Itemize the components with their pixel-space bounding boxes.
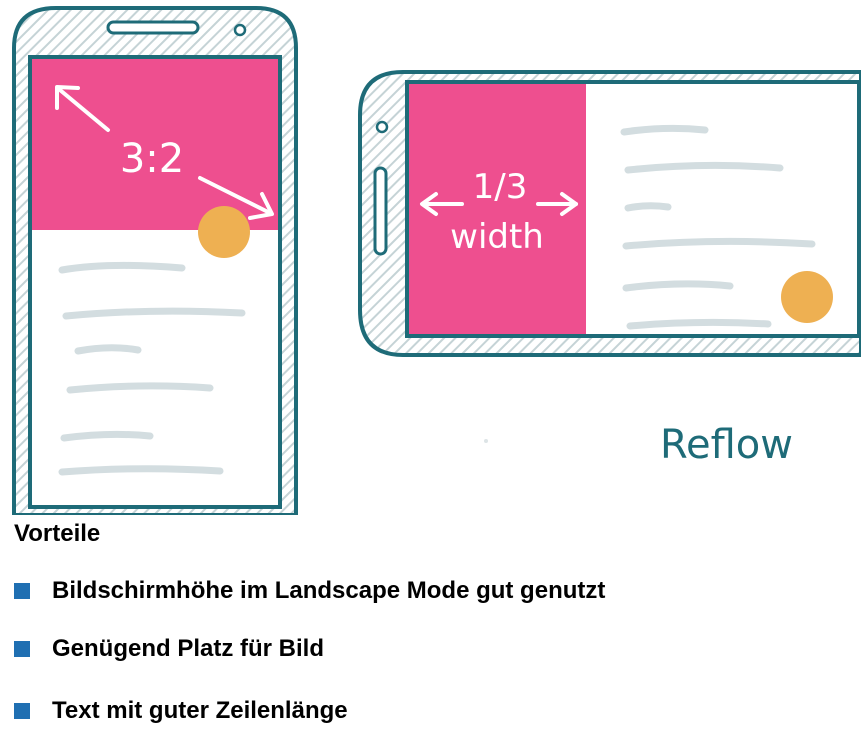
- list-item: Bildschirmhöhe im Landscape Mode gut gen…: [14, 576, 605, 606]
- reflow-caption: Reflow: [660, 422, 793, 468]
- portrait-phone: 3:2: [12, 6, 298, 515]
- bullet-square-icon: [14, 641, 30, 657]
- landscape-image-area: [409, 84, 586, 334]
- landscape-phone: 1/3 width: [358, 70, 861, 357]
- advantages-heading: Vorteile: [14, 520, 101, 547]
- portrait-camera: [233, 23, 247, 37]
- landscape-speaker: [373, 166, 388, 256]
- stray-dot: [484, 439, 488, 443]
- list-item: Genügend Platz für Bild: [14, 634, 605, 664]
- portrait-speaker: [106, 20, 200, 35]
- landscape-camera: [375, 120, 389, 134]
- list-item: Text mit guter Zeilenlänge: [14, 696, 605, 726]
- portrait-accent-dot: [198, 206, 250, 258]
- list-item-text: Bildschirmhöhe im Landscape Mode gut gen…: [52, 577, 606, 604]
- reflow-illustration: 3:2 1/3 width Reflow: [12, 6, 861, 515]
- width-label: width: [450, 217, 544, 257]
- bullet-square-icon: [14, 703, 30, 719]
- list-item-text: Genügend Platz für Bild: [52, 635, 325, 662]
- landscape-accent-dot: [781, 271, 833, 323]
- ratio-label: 3:2: [120, 136, 184, 182]
- advantages-list: Bildschirmhöhe im Landscape Mode gut gen…: [14, 576, 605, 754]
- list-item-text: Text mit guter Zeilenlänge: [52, 697, 348, 724]
- bullet-square-icon: [14, 583, 30, 599]
- fraction-label: 1/3: [473, 167, 528, 207]
